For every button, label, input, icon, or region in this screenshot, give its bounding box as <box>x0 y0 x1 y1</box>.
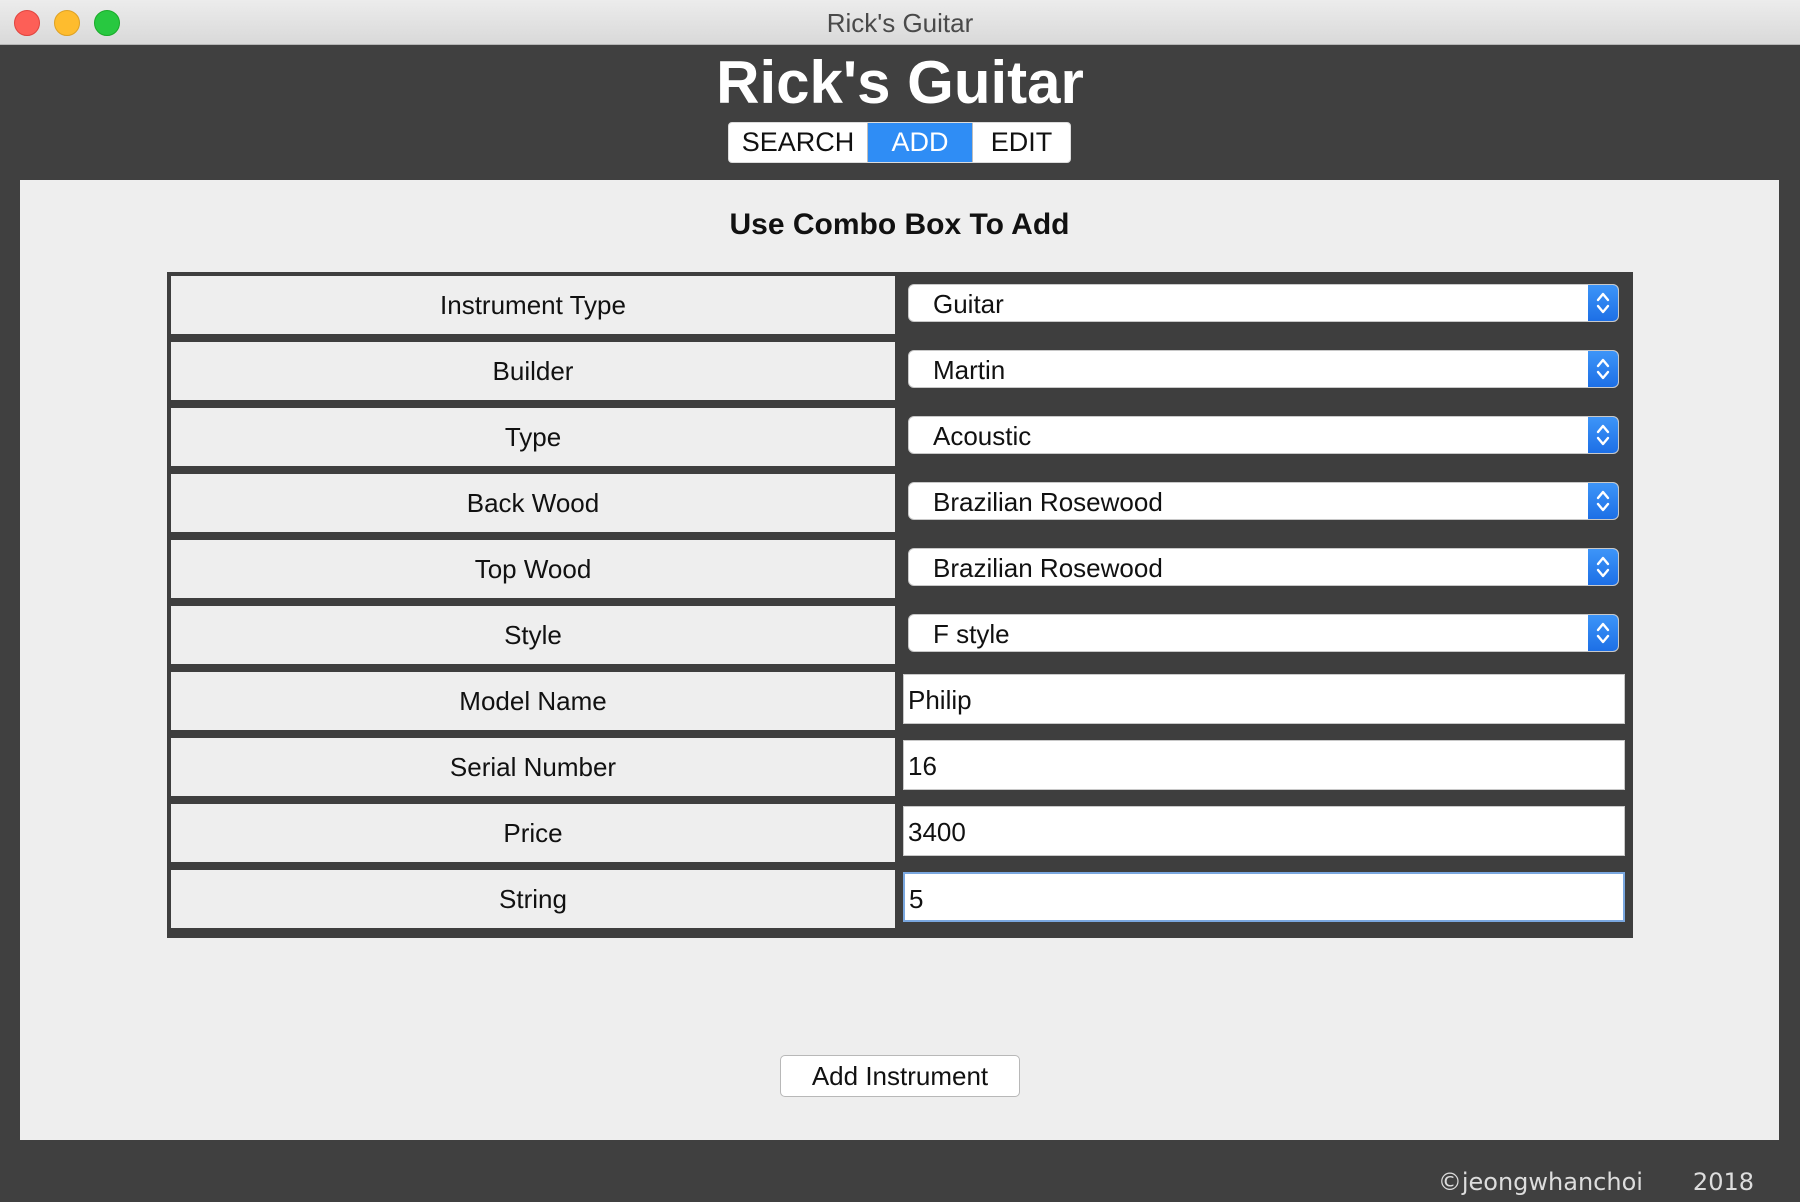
app-window: Rick's Guitar Rick's Guitar SEARCH ADD E… <box>0 0 1800 1202</box>
model-name-field[interactable]: Philip <box>903 674 1625 724</box>
field-label: Builder <box>171 342 895 400</box>
form-row-back-wood: Back Wood Brazilian Rosewood <box>167 470 1633 536</box>
field-value: 16 <box>908 751 937 781</box>
form-row-model-name: Model Name Philip <box>167 668 1633 734</box>
instrument-type-combo[interactable]: Guitar <box>908 284 1619 322</box>
instrument-form: Instrument Type Guitar Builder Martin Ty… <box>167 272 1633 938</box>
form-row-top-wood: Top Wood Brazilian Rosewood <box>167 536 1633 602</box>
up-down-arrows-icon[interactable] <box>1588 285 1618 321</box>
style-combo[interactable]: F style <box>908 614 1619 652</box>
add-panel: Use Combo Box To Add Instrument Type Gui… <box>20 180 1779 1140</box>
combo-value: Brazilian Rosewood <box>933 487 1163 517</box>
add-instrument-button[interactable]: Add Instrument <box>780 1055 1020 1097</box>
form-row-instrument-type: Instrument Type Guitar <box>167 272 1633 338</box>
combo-value: Brazilian Rosewood <box>933 553 1163 583</box>
top-wood-combo[interactable]: Brazilian Rosewood <box>908 548 1619 586</box>
field-label: Price <box>171 804 895 862</box>
window-title: Rick's Guitar <box>826 8 974 38</box>
footer-credit: ©jeongwhanchoi 2018 <box>1438 1168 1754 1196</box>
field-label: Serial Number <box>171 738 895 796</box>
combo-value: Martin <box>933 355 1006 385</box>
up-down-arrows-icon[interactable] <box>1588 549 1618 585</box>
price-field[interactable]: 3400 <box>903 806 1625 856</box>
back-wood-combo[interactable]: Brazilian Rosewood <box>908 482 1619 520</box>
field-label: Type <box>171 408 895 466</box>
type-combo[interactable]: Acoustic <box>908 416 1619 454</box>
string-field[interactable]: 5 <box>903 872 1625 922</box>
up-down-arrows-icon[interactable] <box>1588 615 1618 651</box>
up-down-arrows-icon[interactable] <box>1588 417 1618 453</box>
builder-combo[interactable]: Martin <box>908 350 1619 388</box>
field-label: Model Name <box>171 672 895 730</box>
field-value: 3400 <box>908 817 966 847</box>
up-down-arrows-icon[interactable] <box>1588 483 1618 519</box>
title-bar: Rick's Guitar <box>0 0 1800 45</box>
tab-search[interactable]: SEARCH <box>729 123 868 162</box>
up-down-arrows-icon[interactable] <box>1588 351 1618 387</box>
field-label: Instrument Type <box>171 276 895 334</box>
panel-title: Use Combo Box To Add <box>729 208 1070 241</box>
field-value: 5 <box>909 884 924 914</box>
field-value: Philip <box>908 685 972 715</box>
form-row-builder: Builder Martin <box>167 338 1633 404</box>
year-text: 2018 <box>1692 1168 1754 1196</box>
combo-value: Acoustic <box>933 421 1032 451</box>
combo-value: Guitar <box>933 289 1004 319</box>
form-row-string: String 5 <box>167 866 1633 932</box>
field-label: Top Wood <box>171 540 895 598</box>
form-row-price: Price 3400 <box>167 800 1633 866</box>
field-label: Style <box>171 606 895 664</box>
combo-value: F style <box>933 619 1010 649</box>
form-row-type: Type Acoustic <box>167 404 1633 470</box>
form-row-style: Style F style <box>167 602 1633 668</box>
tab-bar: SEARCH ADD EDIT <box>728 122 1071 163</box>
tab-add[interactable]: ADD <box>868 123 973 162</box>
field-label: String <box>171 870 895 928</box>
app-title: Rick's Guitar <box>716 49 1084 116</box>
form-row-serial-number: Serial Number 16 <box>167 734 1633 800</box>
tab-edit[interactable]: EDIT <box>973 123 1070 162</box>
field-label: Back Wood <box>171 474 895 532</box>
serial-number-field[interactable]: 16 <box>903 740 1625 790</box>
credit-text: ©jeongwhanchoi <box>1437 1168 1643 1196</box>
